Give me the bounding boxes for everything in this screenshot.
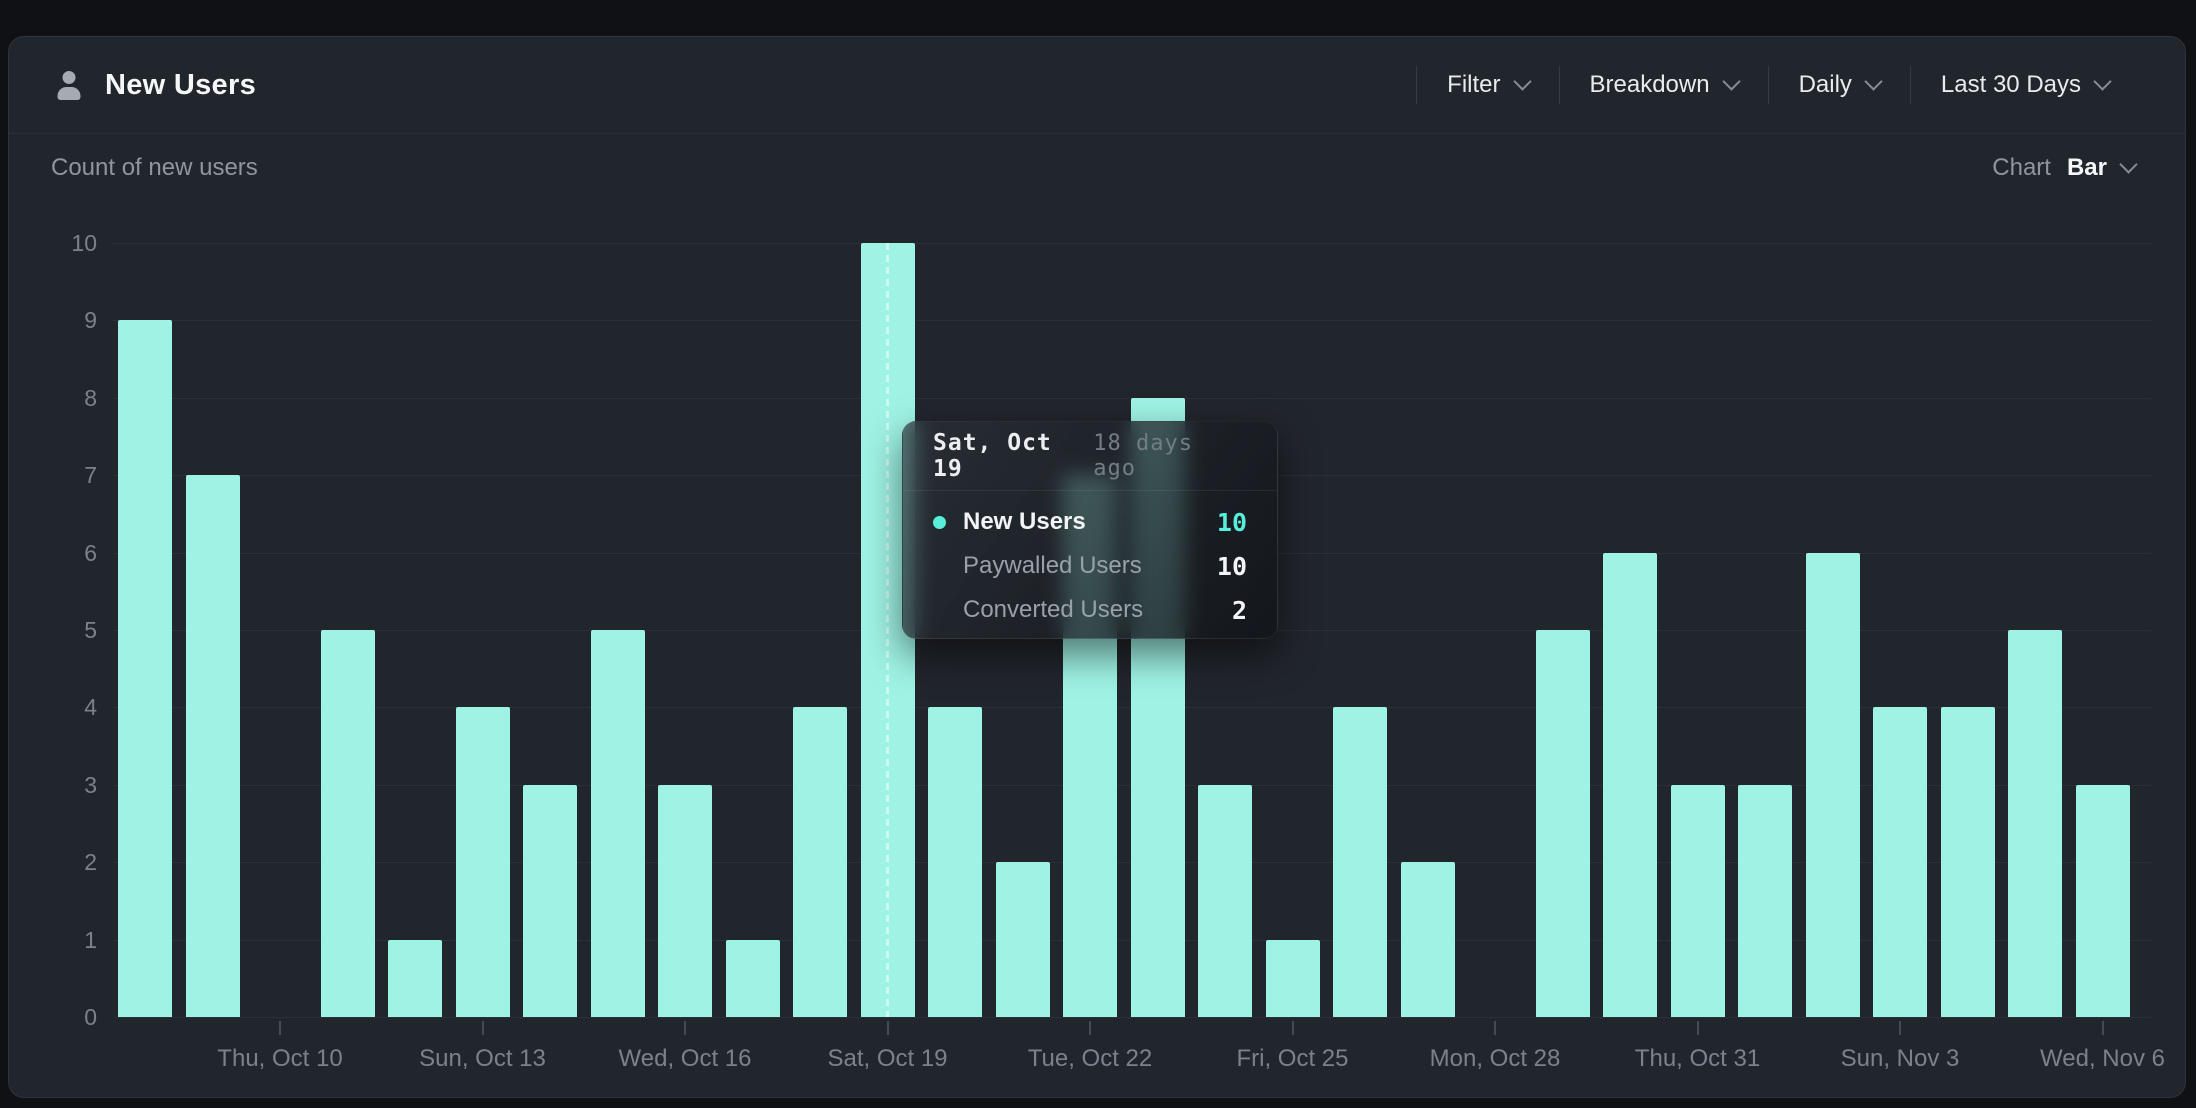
x-axis-label: Wed, Nov 6 bbox=[2040, 1045, 2165, 1073]
daily-dropdown[interactable]: Daily bbox=[1769, 71, 1910, 99]
tooltip-row-value: 10 bbox=[1217, 508, 1247, 537]
bar[interactable] bbox=[1738, 785, 1792, 1017]
chevron-down-icon bbox=[2093, 72, 2111, 90]
y-axis-label: 8 bbox=[9, 384, 97, 412]
tick-mark bbox=[1697, 1021, 1699, 1035]
bar[interactable] bbox=[1333, 707, 1387, 1017]
bar[interactable] bbox=[456, 707, 510, 1017]
bar[interactable] bbox=[793, 707, 847, 1017]
filter-dropdown-label: Filter bbox=[1447, 71, 1500, 99]
bar[interactable] bbox=[928, 707, 982, 1017]
x-axis-label: Sun, Oct 13 bbox=[419, 1045, 546, 1073]
bar[interactable] bbox=[321, 630, 375, 1017]
header-controls: Filter Breakdown Daily Last 30 Days bbox=[1416, 37, 2139, 133]
breakdown-dropdown[interactable]: Breakdown bbox=[1560, 71, 1768, 99]
bar[interactable] bbox=[2076, 785, 2130, 1017]
bar[interactable] bbox=[388, 940, 442, 1017]
x-axis-label: Tue, Oct 22 bbox=[1028, 1045, 1153, 1073]
bar[interactable] bbox=[726, 940, 780, 1017]
last-30-days-dropdown-label: Last 30 Days bbox=[1941, 71, 2081, 99]
grid-line bbox=[113, 1017, 2151, 1018]
y-axis-label: 4 bbox=[9, 693, 97, 721]
bar[interactable] bbox=[1536, 630, 1590, 1017]
bar[interactable] bbox=[1941, 707, 1995, 1017]
tooltip-row-label: Converted Users bbox=[963, 596, 1143, 624]
tooltip-row-value: 10 bbox=[1217, 552, 1247, 581]
y-axis-label: 7 bbox=[9, 461, 97, 489]
bar[interactable] bbox=[1806, 553, 1860, 1017]
tick-mark bbox=[1899, 1021, 1901, 1035]
y-axis-label: 0 bbox=[9, 1003, 97, 1031]
bar[interactable] bbox=[1266, 940, 1320, 1017]
x-axis-label: Mon, Oct 28 bbox=[1430, 1045, 1561, 1073]
bar[interactable] bbox=[118, 320, 172, 1017]
page-title: New Users bbox=[105, 69, 256, 102]
chevron-down-icon bbox=[2119, 155, 2137, 173]
filter-dropdown[interactable]: Filter bbox=[1417, 71, 1558, 99]
x-axis-label: Wed, Oct 16 bbox=[619, 1045, 752, 1073]
tooltip-row-label: New Users bbox=[963, 508, 1086, 536]
grid-line bbox=[113, 243, 2151, 244]
x-axis-label: Thu, Oct 10 bbox=[217, 1045, 342, 1073]
tick-mark bbox=[684, 1021, 686, 1035]
bar[interactable] bbox=[1401, 862, 1455, 1017]
x-axis-label: Fri, Oct 25 bbox=[1236, 1045, 1348, 1073]
tooltip-row: Converted Users 2 bbox=[933, 588, 1247, 632]
y-axis-label: 3 bbox=[9, 771, 97, 799]
tooltip-row: Paywalled Users 10 bbox=[933, 544, 1247, 588]
chart-type-value: Bar bbox=[2067, 154, 2107, 182]
tick-mark bbox=[1292, 1021, 1294, 1035]
tooltip-rows: New Users 10 Paywalled Users 10 Converted Us… bbox=[903, 491, 1277, 632]
x-axis-label: Sun, Nov 3 bbox=[1841, 1045, 1960, 1073]
bar[interactable] bbox=[1603, 553, 1657, 1017]
tick-mark bbox=[279, 1021, 281, 1035]
x-axis-label: Thu, Oct 31 bbox=[1635, 1045, 1760, 1073]
chevron-down-icon bbox=[1722, 72, 1740, 90]
daily-dropdown-label: Daily bbox=[1799, 71, 1852, 99]
tooltip-header: Sat, Oct 19 18 days ago bbox=[903, 422, 1277, 491]
tooltip-row-label: Paywalled Users bbox=[963, 552, 1142, 580]
y-axis-label: 2 bbox=[9, 848, 97, 876]
bar[interactable] bbox=[523, 785, 577, 1017]
series-dot-icon bbox=[933, 516, 946, 529]
bar[interactable] bbox=[996, 862, 1050, 1017]
last-30-days-dropdown[interactable]: Last 30 Days bbox=[1911, 71, 2139, 99]
bar[interactable] bbox=[1873, 707, 1927, 1017]
tick-mark bbox=[2102, 1021, 2104, 1035]
y-axis-label: 9 bbox=[9, 306, 97, 334]
bar[interactable] bbox=[591, 630, 645, 1017]
y-axis-label: 1 bbox=[9, 926, 97, 954]
bar[interactable] bbox=[1198, 785, 1252, 1017]
tooltip-date: Sat, Oct 19 bbox=[933, 430, 1093, 482]
bar[interactable] bbox=[2008, 630, 2062, 1017]
y-axis-label: 10 bbox=[9, 229, 97, 257]
card-header: New Users Filter Breakdown Daily Last 30 Da… bbox=[9, 37, 2185, 134]
tick-mark bbox=[1494, 1021, 1496, 1035]
chart-type-caption: Chart bbox=[1992, 154, 2051, 182]
bar[interactable] bbox=[1671, 785, 1725, 1017]
y-axis-label: 5 bbox=[9, 616, 97, 644]
tooltip-relative-time: 18 days ago bbox=[1093, 431, 1247, 481]
chart-subheader: Count of new users Chart Bar bbox=[9, 133, 2185, 203]
tooltip-row: New Users 10 bbox=[933, 500, 1247, 544]
y-axis-label: 6 bbox=[9, 539, 97, 567]
highlight-dashed-line bbox=[886, 243, 889, 1017]
chart-type-dropdown[interactable]: Chart Bar bbox=[1992, 154, 2135, 182]
metric-label: Count of new users bbox=[51, 154, 258, 182]
chevron-down-icon bbox=[1864, 72, 1882, 90]
tick-mark bbox=[482, 1021, 484, 1035]
x-axis-label: Sat, Oct 19 bbox=[827, 1045, 947, 1073]
breakdown-dropdown-label: Breakdown bbox=[1590, 71, 1710, 99]
grid-line bbox=[113, 320, 2151, 321]
tick-mark bbox=[887, 1021, 889, 1035]
chart-tooltip: Sat, Oct 19 18 days ago New Users10Paywa… bbox=[902, 421, 1278, 639]
new-users-chart-card: New Users Filter Breakdown Daily Last 30 Da… bbox=[8, 36, 2186, 1098]
bar[interactable] bbox=[658, 785, 712, 1017]
chevron-down-icon bbox=[1513, 72, 1531, 90]
user-icon bbox=[54, 69, 84, 101]
tooltip-row-value: 2 bbox=[1232, 596, 1247, 625]
bar[interactable] bbox=[186, 475, 240, 1017]
tick-mark bbox=[1089, 1021, 1091, 1035]
